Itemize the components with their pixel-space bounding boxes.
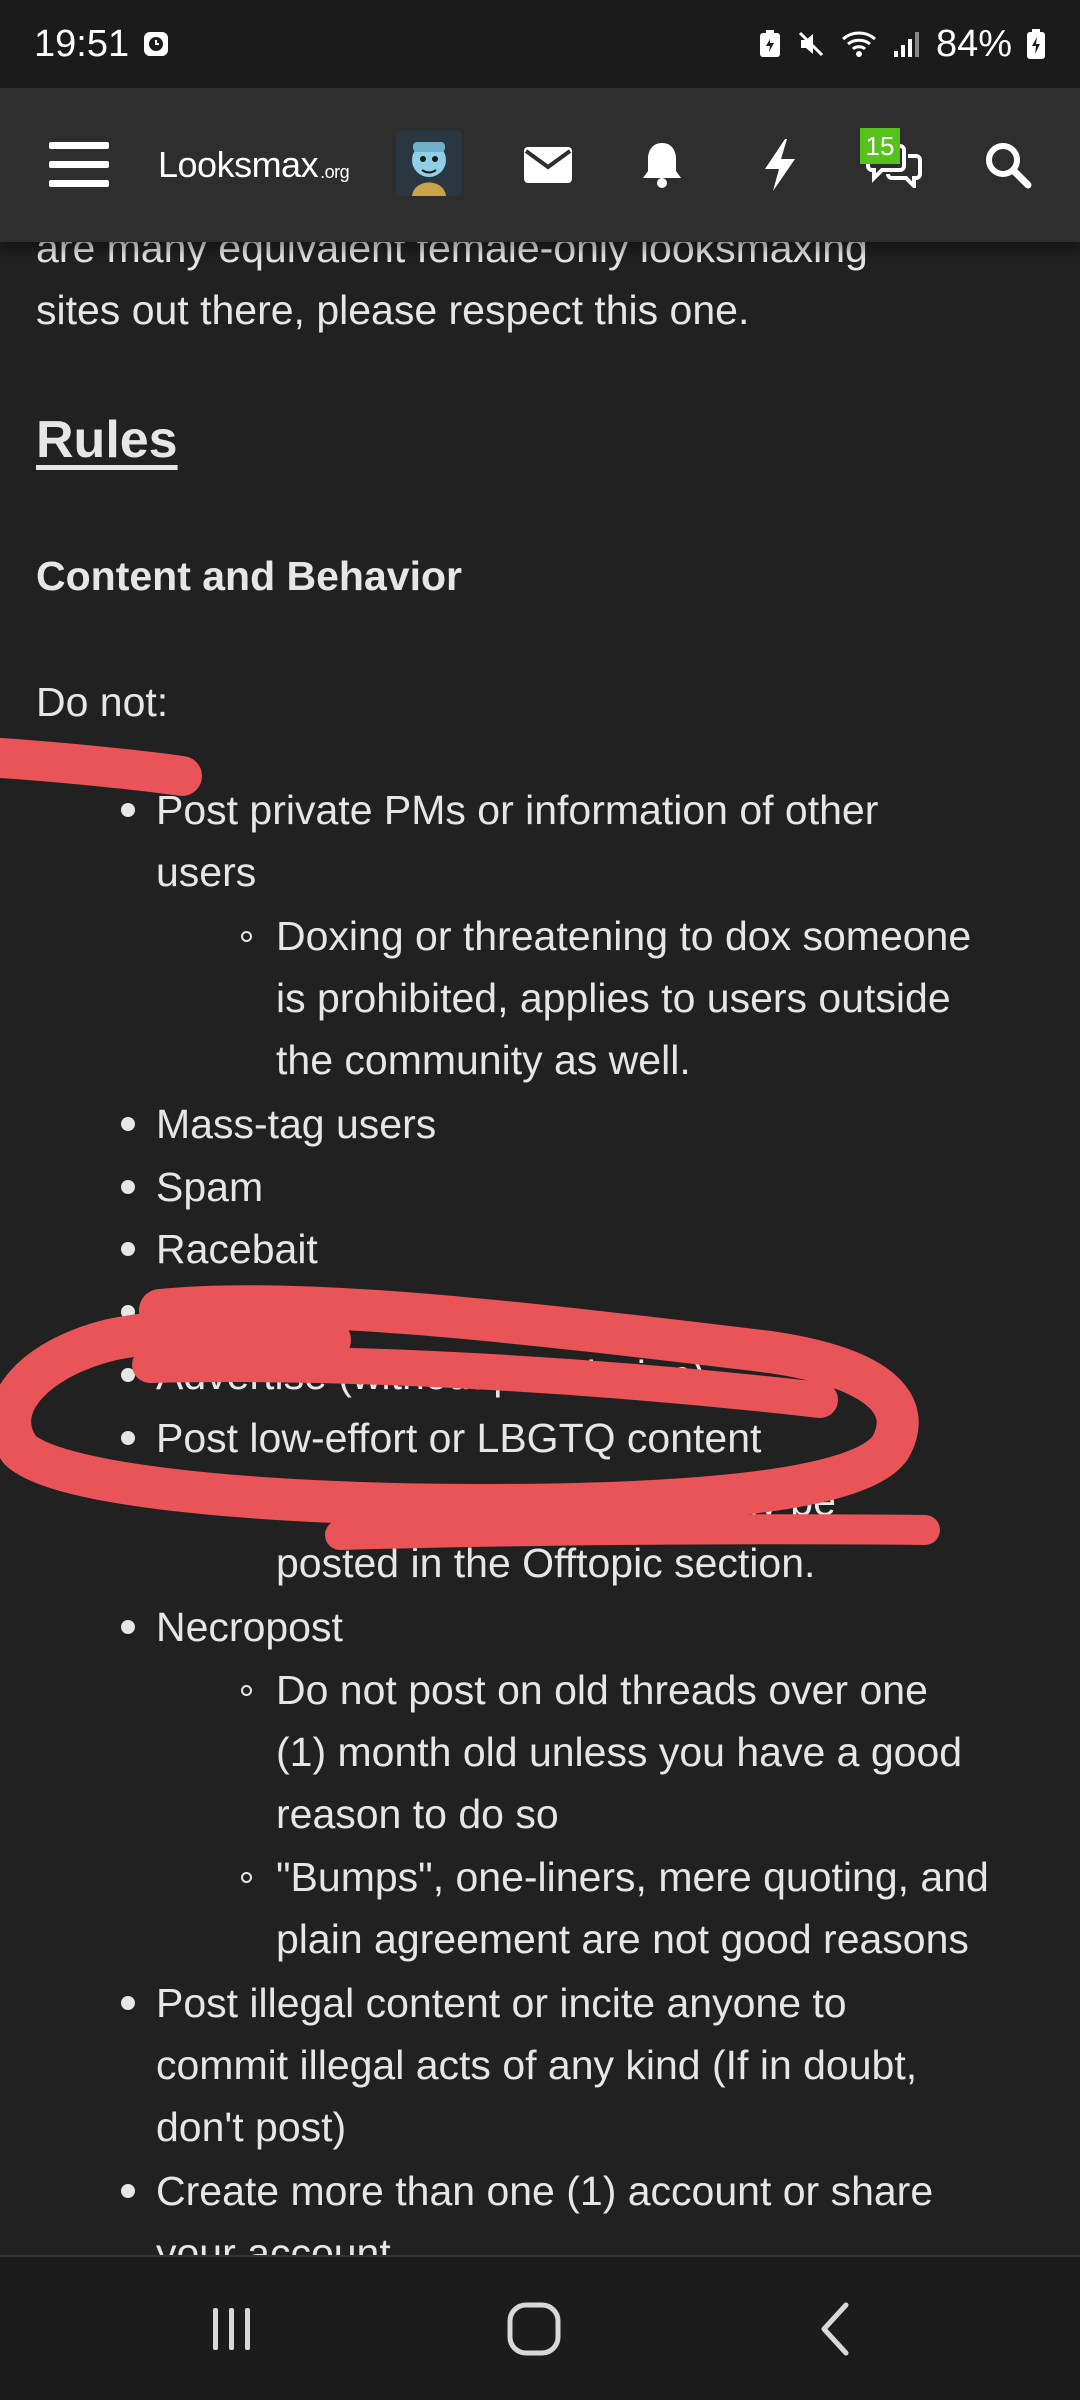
lightning-icon[interactable] <box>740 88 820 242</box>
avatar[interactable] <box>396 130 462 196</box>
home-icon[interactable] <box>454 2257 614 2400</box>
rule-item: Create more than one (1) account or shar… <box>156 2168 934 2214</box>
signal-icon <box>892 29 922 59</box>
site-navbar: Looksmax .org 15 <box>0 88 1080 242</box>
bell-icon[interactable] <box>622 88 702 242</box>
rule-item: Advertise (without permission) <box>156 1352 706 1398</box>
rules-lead: Do not: <box>36 679 169 725</box>
rule-item: your account <box>156 2230 391 2255</box>
bullet <box>121 1620 135 1634</box>
logo-text: Looksmax <box>158 144 319 185</box>
intro-line: sites out there, please respect this one… <box>36 287 750 333</box>
bullet <box>121 1305 135 1319</box>
battery-percent: 84% <box>935 22 1012 65</box>
rule-subitem: plain agreement are not good reasons <box>276 1916 969 1962</box>
bullet <box>121 2184 135 2198</box>
wifi-icon <box>840 29 878 59</box>
sub-bullet <box>241 1685 252 1696</box>
bullet <box>121 1368 135 1382</box>
bullet <box>121 1242 135 1256</box>
rule-item: don't post) <box>156 2104 347 2150</box>
rule-item: Post illegal content or incite anyone to <box>156 1980 847 2026</box>
sub-bullet <box>241 1496 252 1507</box>
rule-item: Racebait <box>156 1226 318 1272</box>
status-bar: 19:51 84% <box>0 0 1080 88</box>
back-icon[interactable] <box>756 2257 916 2400</box>
rule-item: commit illegal acts of any kind (If in d… <box>156 2042 918 2088</box>
rule-item: Post low-effort or LBGTQ content <box>156 1415 762 1461</box>
messages-badge: 15 <box>860 128 900 164</box>
bullet <box>121 1996 135 2010</box>
rule-subitem: (1) month old unless you have a good <box>276 1729 963 1775</box>
section-heading: Content and Behavior <box>36 553 462 599</box>
search-icon[interactable] <box>968 88 1048 242</box>
chat-bubbles-icon[interactable] <box>852 88 936 242</box>
rule-item: Impersonate <box>156 1289 384 1335</box>
notification-clock-icon <box>143 31 169 57</box>
rules-heading: Rules <box>36 411 178 469</box>
rule-item: Mass-tag users <box>156 1101 437 1147</box>
mute-icon <box>796 29 826 59</box>
system-navigation-bar <box>0 2255 1080 2400</box>
rule-item: Necropost <box>156 1604 343 1650</box>
rule-item: Spam <box>156 1164 264 1210</box>
clock-time: 19:51 <box>34 22 130 65</box>
rule-subitem: posted in the Offtopic section. <box>276 1540 816 1586</box>
rule-subitem: Doxing or threatening to dox someone <box>276 913 972 959</box>
rule-subitem: "Bumps", one-liners, mere quoting, and <box>276 1854 989 1900</box>
bullet <box>121 803 135 817</box>
rule-subitem: the community as well. <box>276 1037 691 1083</box>
recent-apps-icon[interactable] <box>152 2257 312 2400</box>
rule-item: users <box>156 849 257 895</box>
bullet <box>121 1180 135 1194</box>
thread-content: are many equivalent female-only looksmax… <box>0 0 1080 2255</box>
rule-subitem: is prohibited, applies to users outside <box>276 975 951 1021</box>
battery-icon <box>1026 28 1046 60</box>
rule-item: Post private PMs or information of other <box>156 787 879 833</box>
sub-bullet <box>241 1872 252 1883</box>
logo-suffix: .org <box>320 161 350 182</box>
sub-bullet <box>241 931 252 942</box>
site-logo[interactable]: Looksmax .org <box>158 88 368 242</box>
battery-saver-icon <box>758 29 782 59</box>
rule-subitem: Low-effort content may only be <box>276 1478 836 1524</box>
rule-subitem: Do not post on old threads over one <box>276 1667 928 1713</box>
bullet <box>121 1117 135 1131</box>
rule-subitem: reason to do so <box>276 1791 559 1837</box>
envelope-icon[interactable] <box>508 88 588 242</box>
bullet <box>121 1431 135 1445</box>
hamburger-menu-icon[interactable] <box>40 88 118 242</box>
